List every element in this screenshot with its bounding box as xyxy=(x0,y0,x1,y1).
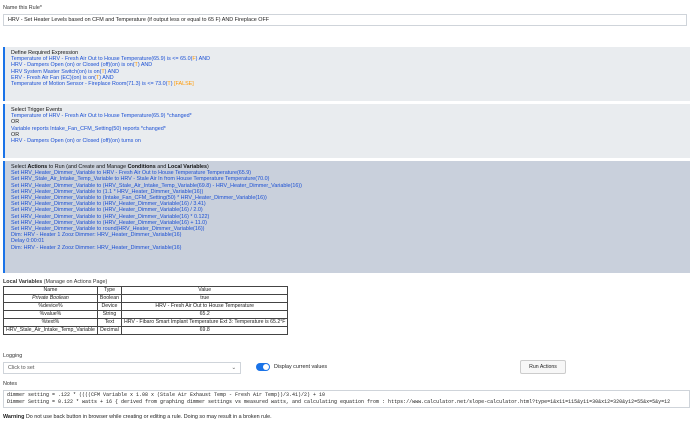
display-current-values-label: Display current values xyxy=(274,364,328,370)
column-header-type: Type xyxy=(96,286,122,295)
table-row: %device% Device HRV - Fresh Air Out to Hou… xyxy=(3,302,289,311)
trigger-events-panel[interactable]: Select Trigger Events Temperature of HRV… xyxy=(3,104,690,158)
variable-value: 65.2 xyxy=(120,310,289,319)
actions-panel[interactable]: Select Actions to Run (and Create and Ma… xyxy=(3,161,690,273)
required-expression-lines: Temperature of HRV - Fresh Air Out to Ho… xyxy=(11,56,684,87)
display-current-values-toggle[interactable] xyxy=(256,363,270,371)
expression-text: HRV - Dampers Open (on) or Closed (off)(… xyxy=(11,62,135,69)
variable-name: HRV_Stale_Air_Intake_Temp_Variable xyxy=(3,326,98,335)
variable-value: true xyxy=(120,294,289,303)
notes-line-1: dimmer setting = .122 * ((((CFM Variable… xyxy=(7,392,326,398)
trigger-events-lines: Temperature of HRV - Fresh Air Out to Ho… xyxy=(11,113,684,144)
warning-label: Warning xyxy=(3,414,25,420)
actions-lines: Set HRV_Heater_Dimmer_Variable to HRV - … xyxy=(11,170,684,251)
expression-tail: ) AND xyxy=(99,74,114,81)
column-header-name: Name xyxy=(3,286,98,295)
expression-tail: ) AND xyxy=(195,56,211,63)
variable-name: %value% xyxy=(3,310,98,319)
column-header-value: Value xyxy=(120,286,289,295)
trigger-event: HRV - Dampers Open (on) or Closed (off)(… xyxy=(11,138,141,145)
expression-text: ERV - Fresh Air Fan (EC)(on) is on( xyxy=(11,74,96,81)
variable-type: Device xyxy=(96,302,122,311)
table-row: %value% String 65.2 xyxy=(3,310,289,319)
variable-type: String xyxy=(96,310,122,319)
expression-false-flag: [FALSE] xyxy=(174,81,194,88)
variable-type: Text xyxy=(96,318,122,327)
notes-textarea[interactable]: dimmer setting = .122 * ((((CFM Variable… xyxy=(3,390,690,408)
expression-tail: ) AND xyxy=(137,62,153,69)
action-line: Dim: HRV - Heater 2 Zooz Dimmer: HRV_Hea… xyxy=(11,244,182,251)
expression-tail: ) AND xyxy=(104,68,120,75)
variable-name: Private Boolean xyxy=(3,294,98,303)
variable-value: HRV - Fresh Air Out to House Temperature xyxy=(120,302,289,311)
logging-select[interactable]: Click to set ⌄ xyxy=(3,362,241,374)
variable-value: HRV - Fibaro Smart Implant Temperature E… xyxy=(120,318,289,327)
table-row: HRV_Stale_Air_Intake_Temp_Variable Decima… xyxy=(3,326,289,335)
table-row: %text% Text HRV - Fibaro Smart Implant Tem… xyxy=(3,318,289,327)
actions-header-local-variables: Local Variables xyxy=(167,164,207,170)
variable-name: %text% xyxy=(3,318,98,327)
chevron-down-icon: ⌄ xyxy=(231,365,236,371)
actions-header-mid: to Run (and Create and Manage xyxy=(47,164,128,170)
notes-label: Notes xyxy=(3,381,18,387)
actions-header-and: and xyxy=(155,164,168,170)
variable-name: %device% xyxy=(3,302,98,311)
expression-text: Temperature of Motion Sensor - Fireplace… xyxy=(11,81,168,88)
rule-name-label: Name this Rule* xyxy=(3,5,42,11)
required-expression-panel[interactable]: Define Required Expression Temperature o… xyxy=(3,47,690,101)
variable-type: Boolean xyxy=(96,294,122,303)
local-variables-header-row: Name Type Value xyxy=(3,286,289,295)
table-row: Private Boolean Boolean true xyxy=(3,294,289,303)
variable-type: Decimal xyxy=(96,326,122,335)
logging-placeholder: Click to set xyxy=(8,365,35,371)
expression-text: HRV System Master Switch(on) is on( xyxy=(11,68,102,75)
actions-header-actions: Actions xyxy=(27,164,48,170)
logging-label: Logging xyxy=(3,353,23,359)
warning-text: Do not use back button in browser while … xyxy=(24,414,272,420)
notes-line-2: Dimmer Setting = 0.122 * watts + 16 { de… xyxy=(7,399,671,405)
local-variables-title-rest: (Manage on Actions Page) xyxy=(42,279,108,285)
local-variables-table: Name Type Value Private Boolean Boolean tr… xyxy=(3,286,289,335)
run-actions-button[interactable]: Run Actions xyxy=(520,360,566,374)
local-variables-title-bold: Local Variables xyxy=(3,279,43,285)
variable-value: 69.8 xyxy=(120,326,289,335)
local-variables-title: Local Variables (Manage on Actions Page) xyxy=(3,279,107,285)
rule-name-input[interactable]: HRV - Set Heater Levels based on CFM and… xyxy=(3,14,687,26)
warning-message: Warning Do not use back button in browse… xyxy=(3,414,272,420)
actions-header-pre: Select xyxy=(11,164,28,170)
expression-text: Temperature of HRV - Fresh Air Out to Ho… xyxy=(11,56,193,63)
actions-header-post: ) xyxy=(207,164,209,170)
expression-line: Temperature of Motion Sensor - Fireplace… xyxy=(11,81,684,87)
actions-header-conditions: Conditions xyxy=(127,164,156,170)
